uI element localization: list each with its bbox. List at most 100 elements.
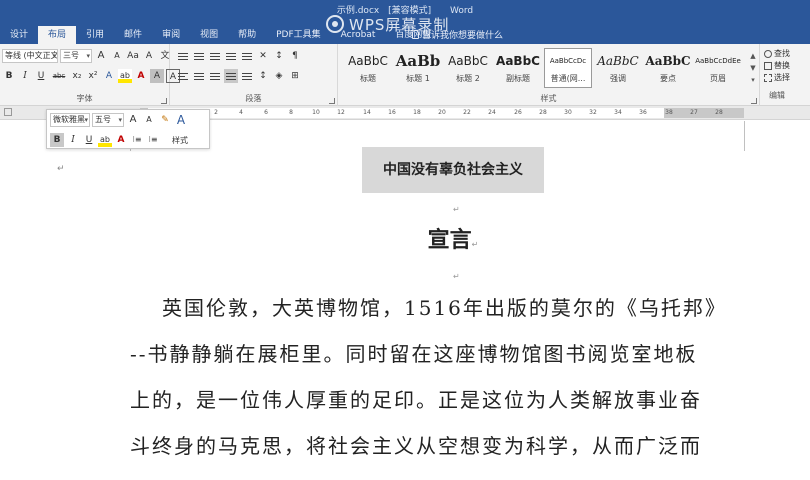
style-heading-2[interactable]: AaBbC 标题 2	[444, 48, 492, 88]
paragraph-dialog-launcher-icon[interactable]	[329, 98, 335, 104]
tab-selector-icon[interactable]	[4, 108, 12, 116]
chevron-up-icon[interactable]: ▲	[748, 50, 758, 62]
format-painter-icon[interactable]: ✎	[158, 113, 172, 127]
font-name-combo[interactable]: 等线 (中文正文)	[2, 49, 58, 63]
subscript-button[interactable]: x₂	[70, 69, 84, 83]
ruler-scale[interactable]: 4224681012141618202224262830323436382728	[140, 108, 744, 118]
bold-button[interactable]: B	[2, 69, 16, 83]
show-marks-icon[interactable]: ¶	[288, 49, 302, 63]
style-emphasis[interactable]: AaBbC 强调	[594, 48, 642, 88]
char-shading-button[interactable]: A	[150, 69, 164, 83]
mini-bullets-icon[interactable]: ⁝≡	[130, 133, 144, 147]
document-subtitle[interactable]: 宣言↵	[400, 222, 506, 254]
styles-dialog-launcher-icon[interactable]	[751, 98, 757, 104]
grow-font-button[interactable]: A	[94, 49, 108, 63]
body-line: --书静静躺在展柜里。同时留在这座博物馆图书阅览室地板	[130, 342, 698, 366]
tab-design[interactable]: 设计	[0, 26, 38, 44]
highlight-button[interactable]: ab	[118, 69, 132, 83]
style-heading-1[interactable]: AaBb 标题 1	[394, 48, 442, 88]
tab-references[interactable]: 引用	[76, 26, 114, 44]
mini-font-color-button[interactable]: A	[114, 133, 128, 147]
distributed-icon[interactable]	[240, 69, 254, 83]
shading-icon[interactable]: ◈	[272, 69, 286, 83]
justify-icon[interactable]	[224, 69, 238, 83]
ruler-tick: 8	[289, 109, 293, 116]
bullets-icon[interactable]	[176, 49, 190, 63]
tell-me-text: 告诉我你想要做什么	[422, 31, 504, 41]
borders-icon[interactable]: ⊞	[288, 69, 302, 83]
numbering-icon[interactable]	[192, 49, 206, 63]
ruler-tick: 22	[463, 109, 471, 116]
align-right-icon[interactable]	[208, 69, 222, 83]
style-title[interactable]: AaBbC 标题	[344, 48, 392, 88]
font-group: 等线 (中文正文) 三号 A A Aa A 文 B I U abc x₂ x² …	[0, 44, 180, 106]
ruler-tick: 24	[488, 109, 496, 116]
tab-mailings[interactable]: 邮件	[114, 26, 152, 44]
tab-view[interactable]: 视图	[190, 26, 228, 44]
sort-icon[interactable]: ↕	[272, 49, 286, 63]
mini-shrink-font-button[interactable]: A	[142, 113, 156, 127]
subtitle-text: 宣言	[427, 228, 472, 253]
chevron-down-icon[interactable]: ▼	[748, 62, 758, 74]
tab-layout[interactable]: 布局	[38, 26, 77, 44]
change-case-button[interactable]: Aa	[126, 49, 140, 63]
tab-acrobat[interactable]: Acrobat	[331, 26, 386, 44]
replace-button[interactable]: 替换	[764, 60, 790, 72]
mini-highlight-button[interactable]: ab	[98, 133, 112, 147]
mini-bold-button[interactable]: B	[50, 133, 64, 147]
italic-button[interactable]: I	[18, 69, 32, 83]
font-color-button[interactable]: A	[134, 69, 148, 83]
mini-grow-font-button[interactable]: A	[126, 113, 140, 127]
find-button[interactable]: 查找	[764, 48, 790, 60]
tab-pdf-tools[interactable]: PDF工具集	[266, 26, 331, 44]
text-effects-button[interactable]: A	[102, 69, 116, 83]
style-preview: AaBbC	[348, 54, 388, 68]
paragraph-group-label: 段落	[245, 94, 262, 103]
mini-numbering-icon[interactable]: ⁝≡	[146, 133, 160, 147]
style-header[interactable]: AaBbCcDdEe 页眉	[694, 48, 742, 88]
mini-font-combo[interactable]: 微软雅黑	[50, 113, 90, 127]
align-left-icon[interactable]	[176, 69, 190, 83]
mini-styles-button[interactable]: 样式	[172, 135, 188, 146]
line-spacing-icon[interactable]: ↕	[256, 69, 270, 83]
style-strong[interactable]: AaBbC 要点	[644, 48, 692, 88]
clear-format-button[interactable]: A	[142, 49, 156, 63]
chinese-layout-icon[interactable]: ✕	[256, 49, 270, 63]
shrink-font-button[interactable]: A	[110, 49, 124, 63]
ruler-tick: 2	[214, 109, 218, 116]
ruler-tick: 36	[639, 109, 647, 116]
strikethrough-button[interactable]: abc	[50, 69, 68, 83]
styles-gallery: AaBbC 标题 AaBb 标题 1 AaBbC 标题 2 AaBbC 副标题 …	[344, 48, 742, 88]
mini-italic-button[interactable]: I	[66, 133, 80, 147]
underline-button[interactable]: U	[34, 69, 48, 83]
select-button[interactable]: 选择	[764, 72, 790, 84]
ruler-tick: 34	[614, 109, 622, 116]
app-name: Word	[450, 6, 474, 16]
gallery-scroll[interactable]: ▲ ▼ ▾	[748, 50, 758, 86]
ruler-tick: 26	[514, 109, 522, 116]
document-body[interactable]: 英国伦敦，大英博物馆，1516年出版的莫尔的《乌托邦》 --书静静躺在展柜里。同…	[130, 285, 750, 469]
styles-icon[interactable]: A	[174, 113, 188, 127]
multilevel-list-icon[interactable]	[208, 49, 222, 63]
document-heading[interactable]: 中国没有辜负社会主义	[362, 147, 544, 193]
font-dialog-launcher-icon[interactable]	[161, 98, 167, 104]
search-icon	[764, 50, 772, 58]
align-center-icon[interactable]	[192, 69, 206, 83]
selection-marker: ↵	[57, 164, 65, 174]
tab-review[interactable]: 审阅	[152, 26, 190, 44]
style-preview: AaBbC	[645, 54, 691, 68]
tab-help[interactable]: 帮助	[228, 26, 266, 44]
gallery-more-icon[interactable]: ▾	[748, 74, 758, 86]
increase-indent-icon[interactable]	[240, 49, 254, 63]
select-icon	[764, 74, 772, 82]
style-subtitle[interactable]: AaBbC 副标题	[494, 48, 542, 88]
superscript-button[interactable]: x²	[86, 69, 100, 83]
mini-underline-button[interactable]: U	[82, 133, 96, 147]
mini-size-combo[interactable]: 五号	[92, 113, 124, 127]
ribbon: 等线 (中文正文) 三号 A A Aa A 文 B I U abc x₂ x² …	[0, 44, 810, 106]
font-size-combo[interactable]: 三号	[60, 49, 92, 63]
style-normal-web[interactable]: AaBbCcDc 普通(网...	[544, 48, 592, 88]
ruler-tick: 16	[388, 109, 396, 116]
tell-me-box[interactable]: 告诉我你想要做什么	[412, 28, 503, 41]
decrease-indent-icon[interactable]	[224, 49, 238, 63]
